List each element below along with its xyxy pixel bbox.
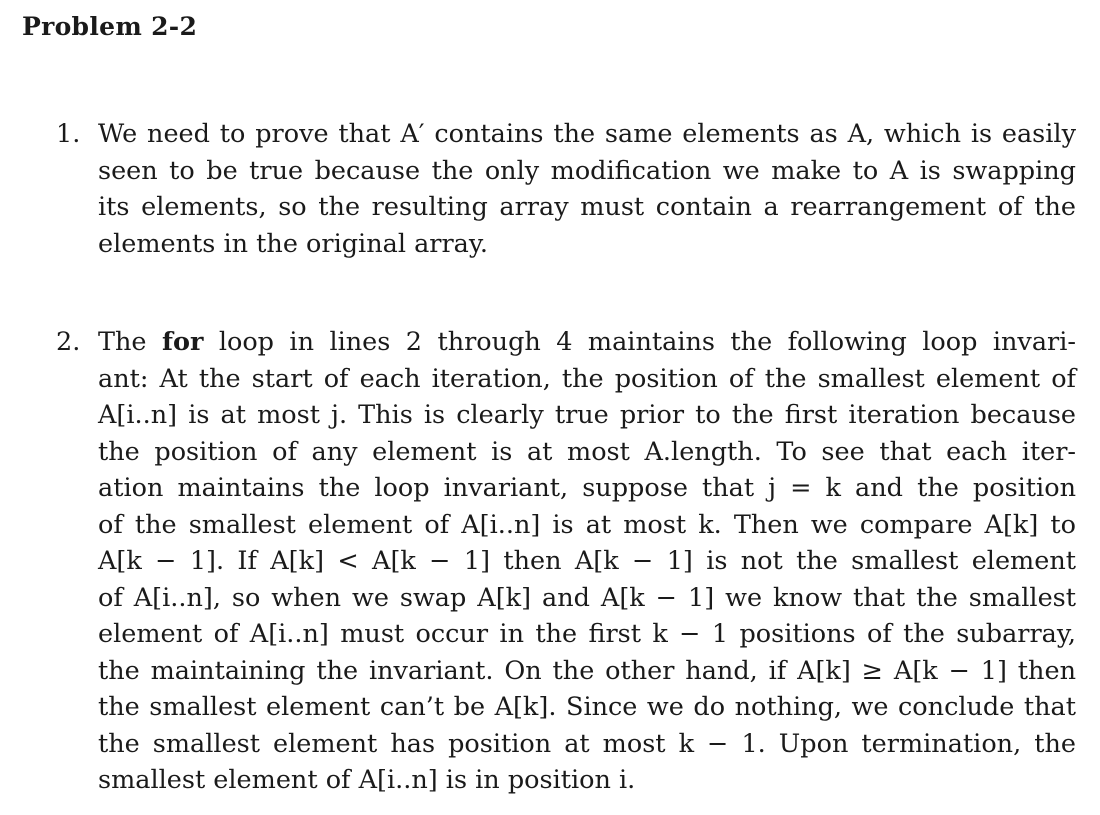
text-line: the smallest element can’t be A[k]. Sinc… xyxy=(98,692,1076,722)
text-segment: The xyxy=(98,327,162,357)
list-item-2: 2. The for loop in lines 2 through 4 mai… xyxy=(56,324,1076,799)
text-line: We need to prove that A′ contains the sa… xyxy=(98,119,1076,149)
text-line: ant: At the start of each iteration, the… xyxy=(98,363,1076,394)
text-line: the smallest element has position at mos… xyxy=(98,728,1076,759)
text-line: its elements, so the resulting array mus… xyxy=(98,192,1076,222)
text-line: The for loop in lines 2 through 4 mainta… xyxy=(98,324,1076,361)
text-line: ation maintains the loop invariant, supp… xyxy=(98,473,1076,503)
text-line: element of A[i..n] must occur in the fir… xyxy=(98,619,1076,649)
text-line: A[k − 1]. If A[k] < A[k − 1] then A[k − … xyxy=(98,546,1076,576)
keyword-for: for xyxy=(161,327,204,357)
text-line: seen to be true because the only modific… xyxy=(98,155,1076,186)
list-item-1: 1. We need to prove that A′ contains the… xyxy=(56,116,1076,262)
item-number: 1. xyxy=(56,119,81,149)
text-line: A[i..n] is at most j. This is clearly tr… xyxy=(98,400,1076,430)
text-line: elements in the original array. xyxy=(98,228,488,259)
text-segment: loop in lines 2 through 4 maintains the … xyxy=(203,327,1076,357)
item-number: 2. xyxy=(56,327,81,357)
text-line: the maintaining the invariant. On the ot… xyxy=(98,655,1076,686)
text-line: the position of any element is at most A… xyxy=(98,436,1076,467)
text-line: of the smallest element of A[i..n] is at… xyxy=(98,509,1076,540)
page-title: Problem 2-2 xyxy=(22,12,198,41)
text-line: of A[i..n], so when we swap A[k] and A[k… xyxy=(98,582,1076,613)
text-line: smallest element of A[i..n] is in positi… xyxy=(98,765,636,795)
